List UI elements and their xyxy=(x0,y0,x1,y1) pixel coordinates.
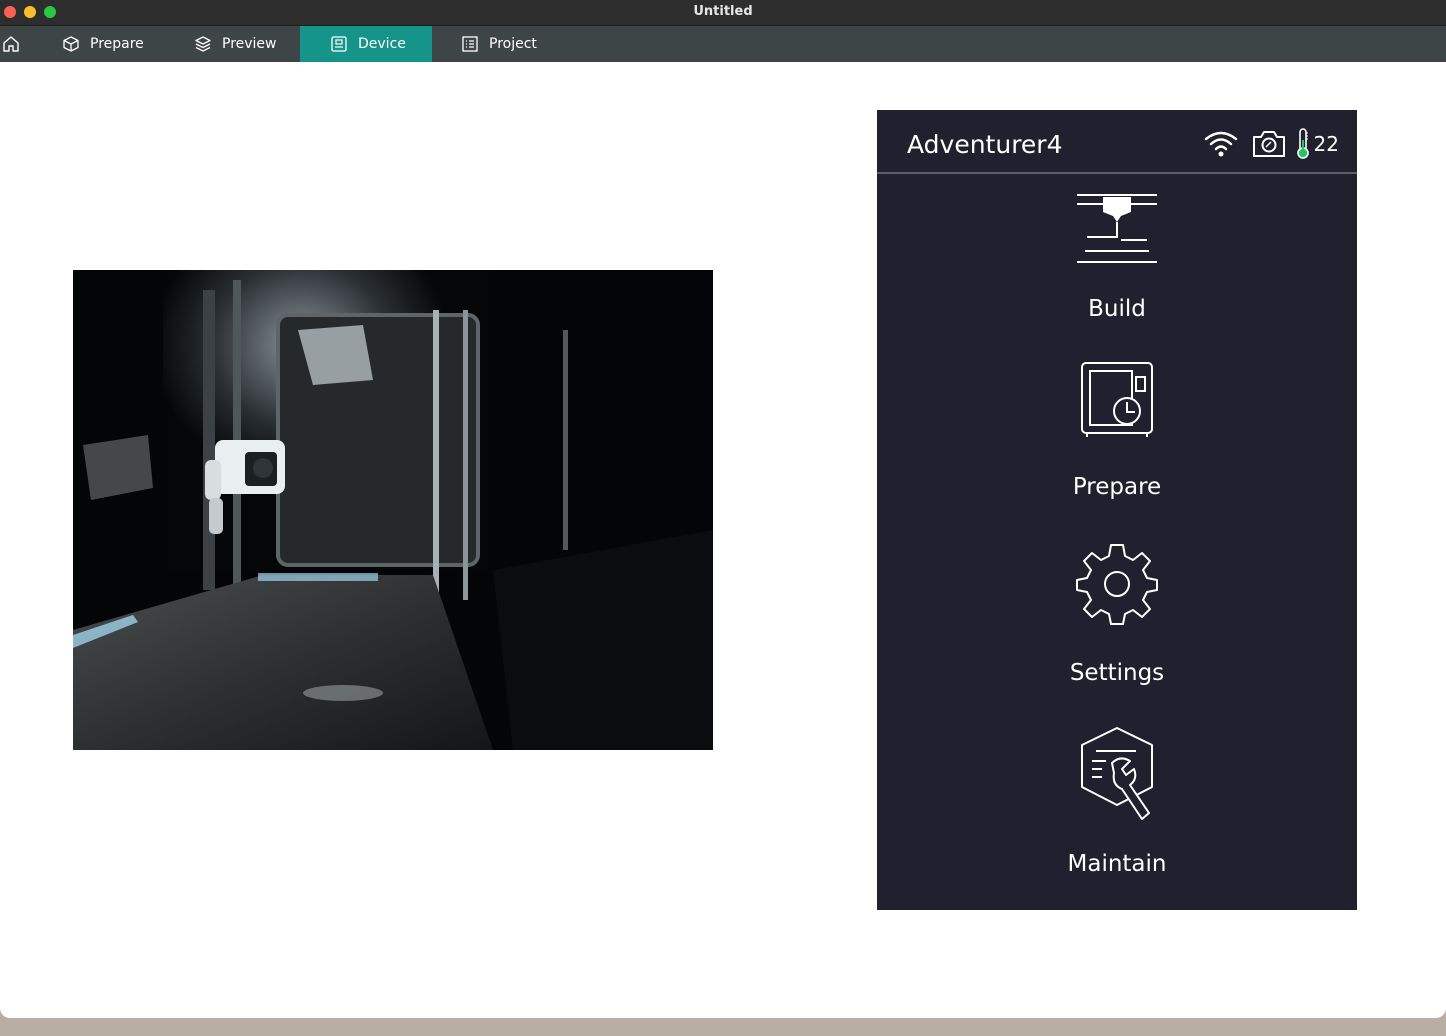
thermometer-icon xyxy=(1296,128,1309,159)
settings-gear-icon xyxy=(1076,544,1158,625)
title-bar: Untitled xyxy=(0,0,1446,26)
menu-settings[interactable]: Settings xyxy=(877,542,1357,686)
menu-label-maintain: Maintain xyxy=(1067,851,1167,877)
menu-maintain[interactable]: Maintain xyxy=(877,725,1357,877)
printer-name: Adventurer4 xyxy=(907,130,1063,159)
tab-label: Prepare xyxy=(90,36,144,52)
device-icon xyxy=(331,36,347,52)
menu-prepare[interactable]: Prepare xyxy=(877,360,1357,500)
device-panel-header: Adventurer4 22 xyxy=(877,110,1357,174)
app-window: Untitled Prepare Preview Device Project … xyxy=(0,0,1446,1018)
prepare-icon xyxy=(1081,362,1153,437)
temperature-value: 22 xyxy=(1313,132,1339,156)
tab-project[interactable]: Project xyxy=(461,26,571,62)
maintain-icon xyxy=(1081,727,1153,820)
tab-label: Preview xyxy=(222,36,277,52)
tab-home[interactable] xyxy=(0,26,32,62)
menu-label-prepare: Prepare xyxy=(1072,474,1162,500)
tab-label: Project xyxy=(489,36,537,52)
home-icon xyxy=(3,36,19,52)
device-panel: Adventurer4 22 Build Prepare Settings Ma… xyxy=(877,110,1357,910)
tab-preview[interactable]: Preview xyxy=(194,26,294,62)
tab-bar: Prepare Preview Device Project xyxy=(0,26,1446,62)
cube-icon xyxy=(63,36,79,52)
list-icon xyxy=(462,36,478,52)
tab-prepare[interactable]: Prepare xyxy=(62,26,172,62)
camera-feed xyxy=(73,270,713,750)
camera-icon[interactable] xyxy=(1251,129,1287,159)
menu-label-settings: Settings xyxy=(1069,660,1165,686)
menu-build[interactable]: Build xyxy=(877,192,1357,322)
layers-icon xyxy=(195,36,211,52)
status-icons: 22 xyxy=(1203,128,1339,160)
tab-label: Device xyxy=(358,36,406,52)
build-icon xyxy=(1077,194,1157,263)
menu-label-build: Build xyxy=(1088,296,1146,322)
wifi-icon xyxy=(1204,131,1237,157)
tab-device[interactable]: Device xyxy=(300,26,432,62)
window-title: Untitled xyxy=(693,4,753,19)
